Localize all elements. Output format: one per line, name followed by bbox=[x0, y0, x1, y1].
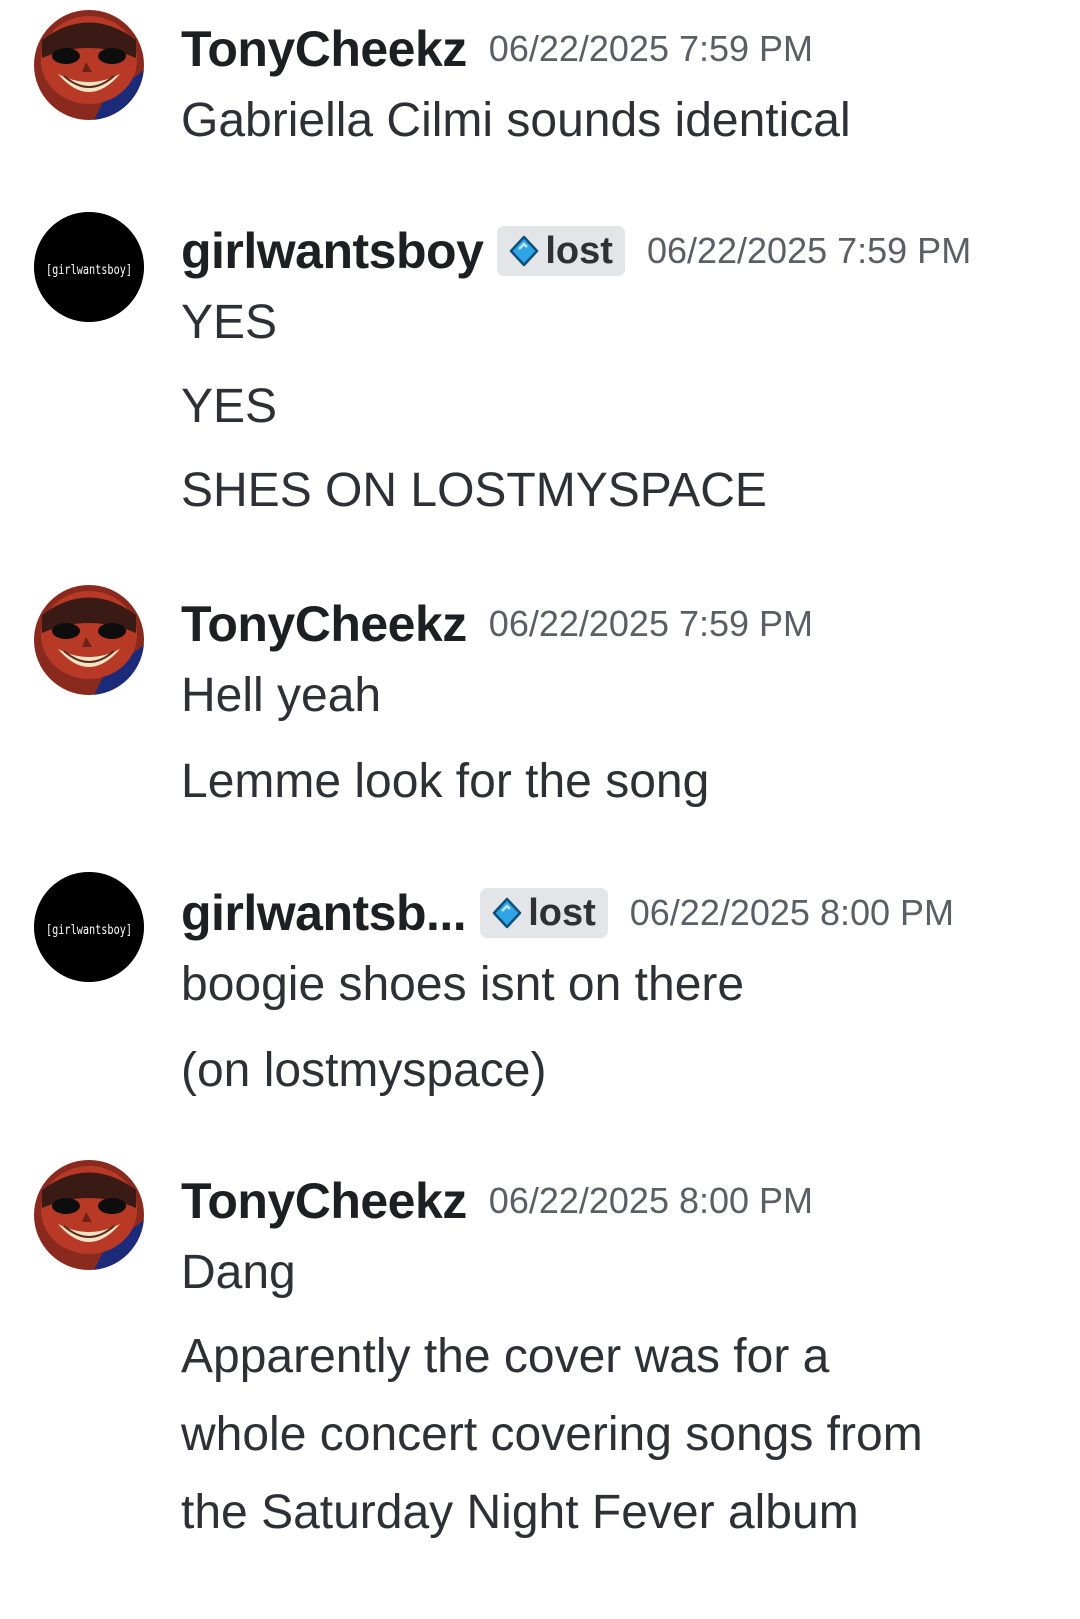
username[interactable]: TonyCheekz bbox=[181, 595, 467, 653]
server-tag[interactable]: lost bbox=[497, 226, 625, 276]
message-timestamp: 06/22/2025 8:00 PM bbox=[488, 1180, 814, 1221]
text-logo-avatar-icon: [girlwantsboy] bbox=[34, 872, 144, 982]
avatar-tonycheekz[interactable] bbox=[34, 10, 144, 120]
message-text: YES bbox=[181, 380, 278, 433]
avatar-girlwantsboy[interactable]: [girlwantsboy] bbox=[34, 872, 144, 982]
message-text: SHES ON LOSTMYSPACE bbox=[181, 464, 767, 517]
message-text: boogie shoes isnt on there bbox=[181, 958, 745, 1011]
message-text: Lemme look for the song bbox=[181, 755, 710, 808]
droplet-icon bbox=[492, 897, 522, 929]
smiling-face-avatar-icon bbox=[34, 10, 144, 120]
message-text: Hell yeah bbox=[181, 669, 382, 722]
message-timestamp: 06/22/2025 7:59 PM bbox=[488, 603, 814, 644]
avatar-girlwantsboy[interactable]: [girlwantsboy] bbox=[34, 212, 144, 322]
message-text: Dang bbox=[181, 1246, 296, 1299]
message-text: Gabriella Cilmi sounds identical bbox=[181, 94, 851, 147]
server-tag[interactable]: lost bbox=[480, 888, 608, 938]
message-text: YES bbox=[181, 296, 278, 349]
smiling-face-avatar-icon bbox=[34, 585, 144, 695]
avatar-tonycheekz[interactable] bbox=[34, 1160, 144, 1270]
username[interactable]: TonyCheekz bbox=[181, 1172, 467, 1230]
message-text: whole concert covering songs from bbox=[181, 1408, 923, 1461]
avatar-logo-text: [girlwantsboy] bbox=[46, 923, 132, 938]
avatar-logo-text: [girlwantsboy] bbox=[46, 263, 132, 278]
username[interactable]: girlwantsb... bbox=[181, 884, 467, 942]
message-text: the Saturday Night Fever album bbox=[181, 1486, 859, 1539]
message-timestamp: 06/22/2025 7:59 PM bbox=[488, 28, 814, 69]
text-logo-avatar-icon: [girlwantsboy] bbox=[34, 212, 144, 322]
message-timestamp: 06/22/2025 7:59 PM bbox=[646, 230, 972, 271]
message-timestamp: 06/22/2025 8:00 PM bbox=[629, 892, 955, 933]
server-tag-label: lost bbox=[545, 229, 613, 272]
smiling-face-avatar-icon bbox=[34, 1160, 144, 1270]
droplet-icon bbox=[510, 235, 539, 267]
message-text: Apparently the cover was for a bbox=[181, 1330, 830, 1383]
avatar-tonycheekz[interactable] bbox=[34, 585, 144, 695]
username[interactable]: girlwantsboy bbox=[181, 222, 484, 280]
message-text: (on lostmyspace) bbox=[181, 1044, 547, 1097]
server-tag-label: lost bbox=[528, 891, 596, 934]
username[interactable]: TonyCheekz bbox=[181, 20, 467, 78]
